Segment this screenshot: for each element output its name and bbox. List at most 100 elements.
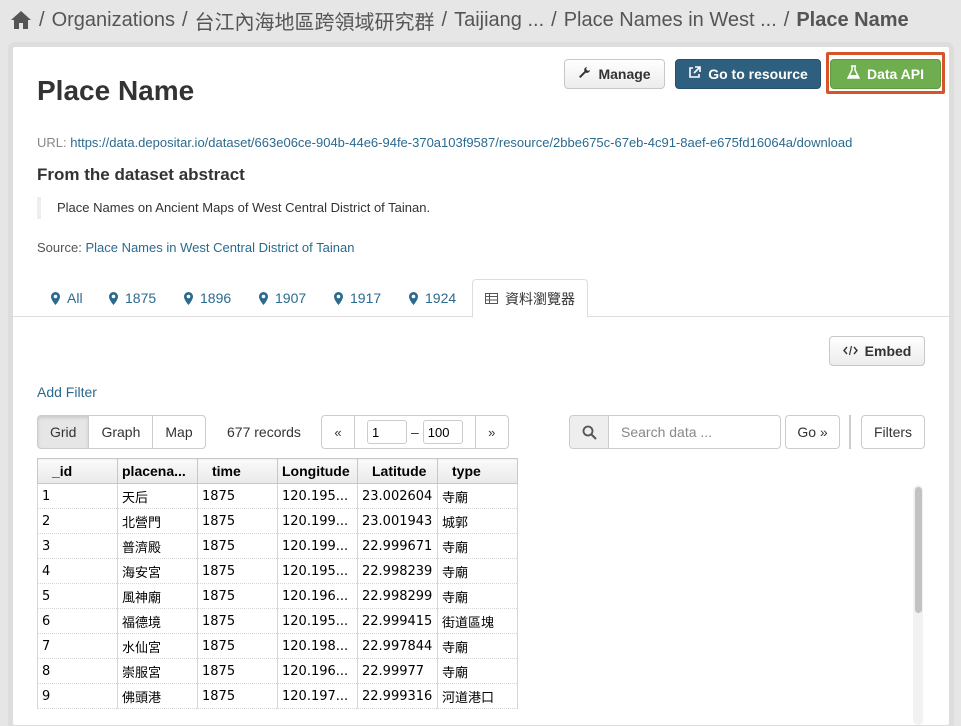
search-input[interactable] [609,415,781,449]
table-cell: 1875 [197,533,278,559]
table-cell: 水仙宮 [117,633,198,659]
table-cell: 3 [37,533,118,559]
breadcrumb-separator: / [39,8,45,31]
abstract-heading: From the dataset abstract [37,165,245,184]
table-cell: 22.99977 [357,658,438,684]
column-header[interactable]: Latitude [357,458,438,484]
column-header[interactable]: type [437,458,518,484]
tab-data-explorer[interactable]: 資料瀏覽器 [472,279,588,318]
embed-button[interactable]: Embed [829,336,925,366]
table-cell: 1875 [197,633,278,659]
tab-label: 1907 [275,290,307,306]
table-cell: 寺廟 [437,658,518,684]
map-marker-icon [109,291,118,305]
column-header[interactable]: time [197,458,278,484]
breadcrumb-dataset[interactable]: Place Names in West ... [564,9,777,32]
tab-1917[interactable]: 1917 [322,279,393,317]
table-row[interactable]: 1 天后 1875 120.195... 23.002604 寺廟 [37,483,518,509]
table-icon [485,291,498,307]
home-icon[interactable] [10,10,32,30]
source-link[interactable]: Place Names in West Central District of … [85,240,354,255]
pager-next-button[interactable]: » [474,415,509,449]
map-marker-icon [409,291,418,305]
table-cell: 2 [37,508,118,534]
view-map-button[interactable]: Map [152,415,206,449]
tab-label: 資料瀏覽器 [505,290,575,307]
table-cell: 23.001943 [357,508,438,534]
table-cell: 崇服宮 [117,658,198,684]
data-grid: _id placena... time Longitude Latitude t… [37,458,518,709]
table-cell: 1875 [197,583,278,609]
breadcrumb-project[interactable]: Taijiang ... [454,9,544,32]
toolbar-divider [849,415,851,449]
go-to-resource-button[interactable]: Go to resource [675,59,821,89]
filters-button[interactable]: Filters [861,415,925,449]
search-icon [569,415,609,449]
tab-1896[interactable]: 1896 [172,279,243,317]
data-api-button[interactable]: Data API [830,59,941,89]
pager-from-input[interactable] [367,420,407,444]
column-header[interactable]: Longitude [277,458,358,484]
map-marker-icon [184,291,193,305]
tab-1907[interactable]: 1907 [247,279,318,317]
tab-1875[interactable]: 1875 [97,279,168,317]
table-row[interactable]: 8 崇服宮 1875 120.196... 22.99977 寺廟 [37,658,518,684]
add-filter-link[interactable]: Add Filter [37,384,97,400]
column-header[interactable]: _id [37,458,118,484]
table-row[interactable]: 7 水仙宮 1875 120.198... 22.997844 寺廟 [37,633,518,659]
source-line: Source: Place Names in West Central Dist… [37,240,354,255]
tab-label: 1896 [200,290,232,306]
table-cell: 5 [37,583,118,609]
table-cell: 120.196... [277,583,358,609]
go-to-resource-label: Go to resource [708,66,808,82]
tab-label: 1875 [125,290,157,306]
external-link-icon [688,66,702,82]
map-marker-icon [259,291,268,305]
table-cell: 120.198... [277,633,358,659]
table-cell: 普濟殿 [117,533,198,559]
table-row[interactable]: 2 北營門 1875 120.199... 23.001943 城郭 [37,508,518,534]
view-graph-button[interactable]: Graph [88,415,154,449]
table-cell: 寺廟 [437,583,518,609]
tab-label: 1917 [350,290,382,306]
tab-1924[interactable]: 1924 [397,279,468,317]
code-icon [842,343,858,359]
grid-scrollbar-thumb[interactable] [915,487,922,613]
table-cell: 1875 [197,558,278,584]
view-grid-button[interactable]: Grid [37,415,90,449]
table-row[interactable]: 4 海安宮 1875 120.195... 22.998239 寺廟 [37,558,518,584]
breadcrumb-organization[interactable]: 台江內海地區跨領域研究群 [195,6,435,35]
table-cell: 寺廟 [437,558,518,584]
url-label: URL: [37,135,67,150]
breadcrumb-organizations[interactable]: Organizations [52,9,175,32]
breadcrumb-separator: / [181,8,188,31]
search-group [569,415,781,449]
table-cell: 120.195... [277,558,358,584]
map-marker-icon [334,291,343,305]
table-cell: 1875 [197,658,278,684]
table-cell: 120.195... [277,608,358,634]
column-header[interactable]: placena... [117,458,198,484]
url-link[interactable]: https://data.depositar.io/dataset/663e06… [70,135,852,150]
pager: « – » [321,415,509,449]
pager-dash: – [411,424,419,440]
table-cell: 22.999415 [357,608,438,634]
table-cell: 海安宮 [117,558,198,584]
manage-button[interactable]: Manage [564,59,665,89]
source-label: Source: [37,240,82,255]
table-row[interactable]: 6 福德境 1875 120.195... 22.999415 街道區塊 [37,608,518,634]
pager-range: – [355,415,475,449]
pager-to-input[interactable] [422,420,463,444]
table-row[interactable]: 3 普濟殿 1875 120.199... 22.999671 寺廟 [37,533,518,559]
table-cell: 城郭 [437,508,518,534]
breadcrumb-current[interactable]: Place Name [796,9,908,32]
table-cell: 福德境 [117,608,198,634]
table-cell: 北營門 [117,508,198,534]
pager-prev-button[interactable]: « [321,415,355,449]
table-cell: 街道區塊 [437,608,518,634]
embed-label: Embed [864,343,912,359]
tab-all[interactable]: All [39,279,95,317]
go-button[interactable]: Go » [785,415,840,449]
breadcrumb-separator: / [783,8,790,31]
table-row[interactable]: 5 風神廟 1875 120.196... 22.998299 寺廟 [37,583,518,609]
